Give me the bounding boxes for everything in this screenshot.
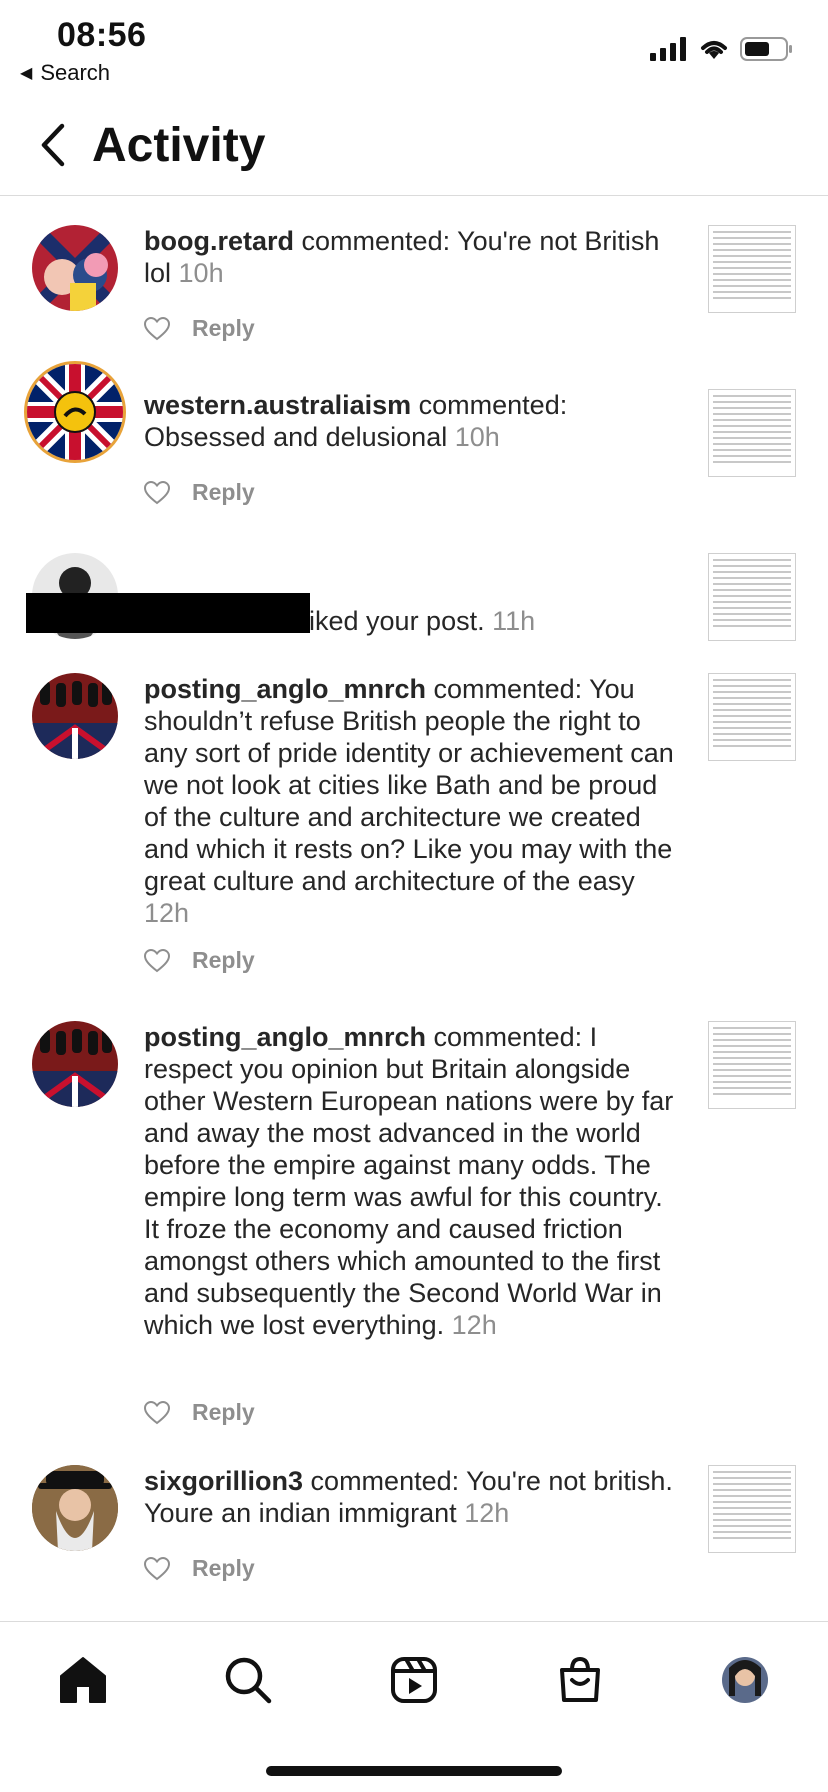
username[interactable]: posting_anglo_mnrch: [144, 1022, 426, 1052]
avatar-image: [32, 1021, 118, 1107]
page-header: Activity: [0, 100, 828, 196]
reply-button[interactable]: Reply: [192, 1399, 255, 1426]
activity-message: commented: I respect you opinion but Bri…: [144, 1022, 674, 1340]
timestamp: 12h: [144, 898, 190, 928]
redaction-box: [26, 593, 310, 633]
comment-actions: Reply: [144, 1555, 255, 1582]
activity-text: posting_anglo_mnrch commented: You shoul…: [144, 673, 684, 929]
back-chevron-icon[interactable]: [38, 122, 68, 168]
back-app-label: Search: [40, 60, 111, 85]
reply-button[interactable]: Reply: [192, 315, 255, 342]
status-icons: [650, 36, 794, 62]
activity-text: sixgorillion3 commented: You're not brit…: [144, 1465, 684, 1529]
post-thumbnail[interactable]: [708, 1021, 796, 1109]
username[interactable]: posting_anglo_mnrch: [144, 674, 426, 704]
user-avatar[interactable]: [32, 1021, 118, 1107]
timestamp: 10h: [178, 258, 224, 288]
battery-icon: [740, 37, 792, 61]
heart-icon[interactable]: [144, 316, 170, 341]
page-title: Activity: [92, 119, 266, 172]
comment-actions: Reply: [144, 315, 255, 342]
reply-button[interactable]: Reply: [192, 947, 255, 974]
avatar-image: [32, 673, 118, 759]
user-avatar[interactable]: [32, 1465, 118, 1551]
username[interactable]: western.australiaism: [144, 390, 411, 420]
timestamp: 11h: [492, 606, 536, 636]
activity-text: posting_anglo_mnrch commented: I respect…: [144, 1021, 684, 1341]
reels-icon: [390, 1657, 437, 1703]
activity-text: boog.retard commented: You're not Britis…: [144, 225, 684, 289]
activity-text: iked your post. 11h: [309, 605, 689, 637]
timestamp: 12h: [464, 1498, 510, 1528]
profile-avatar: [722, 1657, 769, 1703]
home-indicator: [266, 1766, 562, 1776]
heart-icon[interactable]: [144, 480, 170, 505]
activity-text: western.australiaism commented: Obsessed…: [144, 389, 684, 453]
reply-button[interactable]: Reply: [192, 1555, 255, 1582]
heart-icon[interactable]: [144, 1400, 170, 1425]
tab-search[interactable]: [218, 1650, 278, 1710]
username[interactable]: boog.retard: [144, 226, 294, 256]
home-icon: [59, 1657, 106, 1703]
avatar-image: [27, 364, 123, 460]
tab-shop[interactable]: [550, 1650, 610, 1710]
back-to-app-link[interactable]: ◀ Search: [20, 60, 110, 86]
back-triangle-icon: ◀: [20, 65, 33, 82]
comment-actions: Reply: [144, 947, 255, 974]
avatar-image: [32, 1465, 118, 1551]
status-bar: 08:56 ◀ Search: [0, 0, 828, 96]
tab-home[interactable]: [53, 1650, 113, 1710]
heart-icon[interactable]: [144, 948, 170, 973]
activity-message: iked your post.: [309, 606, 485, 636]
activity-message: commented: You shouldn’t refuse British …: [144, 674, 674, 896]
user-avatar[interactable]: [32, 225, 118, 311]
timestamp: 12h: [451, 1310, 497, 1340]
post-thumbnail[interactable]: [708, 1465, 796, 1553]
heart-icon[interactable]: [144, 1556, 170, 1581]
status-time: 08:56: [57, 16, 147, 54]
search-icon: [226, 1657, 272, 1704]
timestamp: 10h: [454, 422, 500, 452]
post-thumbnail[interactable]: [708, 389, 796, 477]
tab-profile[interactable]: [715, 1650, 775, 1710]
signal-icon: [650, 37, 686, 61]
bottom-tab-bar: [0, 1622, 828, 1750]
comment-actions: Reply: [144, 1399, 255, 1426]
post-thumbnail[interactable]: [708, 553, 796, 641]
avatar-image: [32, 225, 118, 311]
post-thumbnail[interactable]: [708, 673, 796, 761]
user-avatar[interactable]: [32, 673, 118, 759]
shop-icon: [559, 1656, 600, 1702]
tab-reels[interactable]: [384, 1650, 444, 1710]
activity-feed[interactable]: boog.retard commented: You're not Britis…: [0, 197, 828, 1622]
post-thumbnail[interactable]: [708, 225, 796, 313]
username[interactable]: sixgorillion3: [144, 1466, 303, 1496]
wifi-icon: [701, 41, 727, 59]
user-avatar-story-ring[interactable]: [24, 361, 126, 463]
reply-button[interactable]: Reply: [192, 479, 255, 506]
comment-actions: Reply: [144, 479, 255, 506]
